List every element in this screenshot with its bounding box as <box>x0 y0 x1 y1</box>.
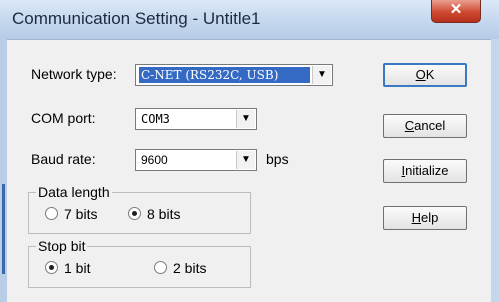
radio-2-bits[interactable]: 2 bits <box>154 260 206 276</box>
window-frame-right <box>491 39 499 302</box>
ok-label-rest: K <box>425 67 435 82</box>
initialize-label-rest: nitialize <box>405 163 449 178</box>
radio-7-bits[interactable]: 7 bits <box>45 206 97 222</box>
radio-label: 1 bit <box>64 260 91 276</box>
radio-8-bits[interactable]: 8 bits <box>128 206 180 222</box>
network-type-value: C-NET (RS232C, USB) <box>139 67 310 83</box>
radio-label: 8 bits <box>147 206 181 222</box>
radio-button-icon[interactable] <box>45 207 58 220</box>
cancel-mnemonic: C <box>404 118 415 133</box>
radio-1-bit[interactable]: 1 bit <box>45 260 90 276</box>
data-length-title: Data length <box>36 184 112 200</box>
baud-rate-select[interactable]: 9600 ▼ <box>135 149 257 171</box>
close-button[interactable]: ✕ <box>431 0 481 23</box>
com-port-label: COM port: <box>31 110 96 126</box>
window-frame-left <box>0 39 7 302</box>
initialize-button[interactable]: Initialize <box>383 159 467 183</box>
chevron-down-icon[interactable]: ▼ <box>236 151 255 169</box>
help-button[interactable]: Help <box>383 206 467 230</box>
ok-button[interactable]: OK <box>383 63 467 87</box>
baud-rate-unit: bps <box>266 151 289 167</box>
ok-mnemonic: O <box>415 67 426 82</box>
help-mnemonic: H <box>411 210 422 225</box>
com-port-value: COM3 <box>141 112 170 126</box>
cancel-button[interactable]: Cancel <box>383 114 467 138</box>
window-title: Communication Setting - Untitle1 <box>12 9 261 28</box>
radio-label: 7 bits <box>64 206 98 222</box>
radio-button-icon[interactable] <box>154 261 167 274</box>
radio-button-icon[interactable] <box>128 207 141 220</box>
baud-rate-value: 9600 <box>141 153 168 167</box>
com-port-select[interactable]: COM3 ▼ <box>135 108 257 130</box>
radio-button-icon[interactable] <box>45 261 58 274</box>
cancel-label-rest: ancel <box>414 118 446 133</box>
close-icon: ✕ <box>449 1 463 18</box>
network-type-select[interactable]: C-NET (RS232C, USB) ▼ <box>135 64 333 86</box>
data-length-group: Data length 7 bits 8 bits <box>28 184 251 234</box>
baud-rate-label: Baud rate: <box>31 151 96 167</box>
title-bar[interactable]: Communication Setting - Untitle1 ✕ <box>0 0 499 40</box>
radio-label: 2 bits <box>173 260 207 276</box>
chevron-down-icon[interactable]: ▼ <box>312 66 331 84</box>
stop-bit-title: Stop bit <box>36 238 88 254</box>
help-label-rest: elp <box>421 210 439 225</box>
dialog-body: Network type: C-NET (RS232C, USB) ▼ COM … <box>7 40 491 302</box>
network-type-label: Network type: <box>31 66 117 82</box>
stop-bit-group: Stop bit 1 bit 2 bits <box>28 238 251 288</box>
chevron-down-icon[interactable]: ▼ <box>236 110 255 128</box>
frame-accent <box>2 184 5 274</box>
